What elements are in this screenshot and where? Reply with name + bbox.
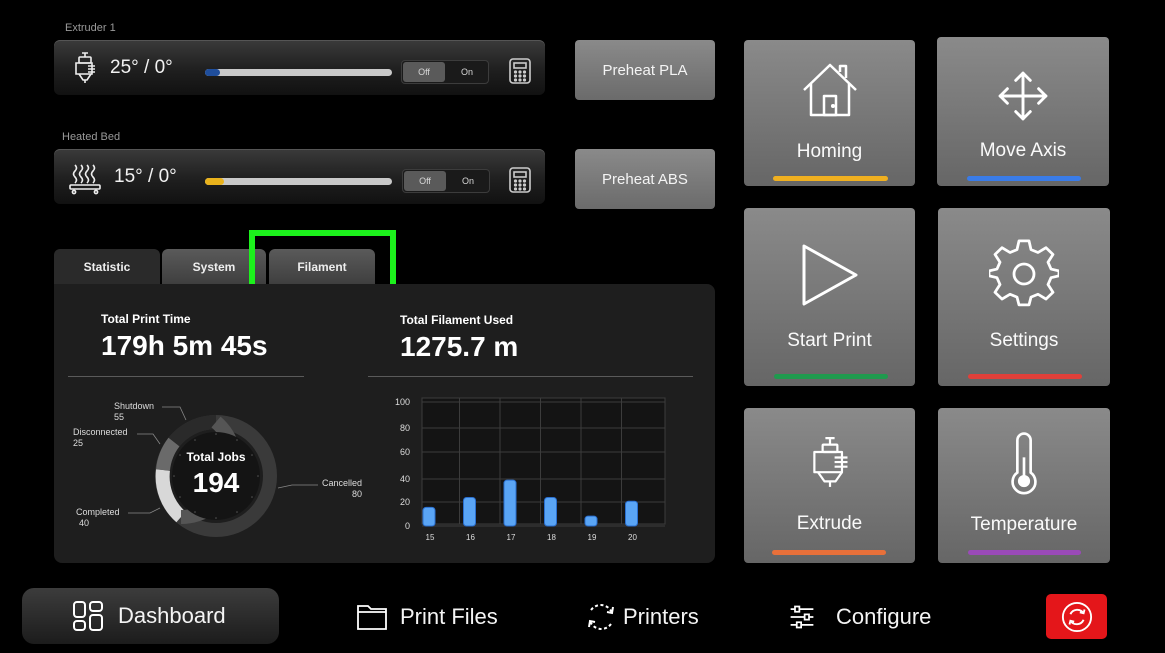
gear-icon bbox=[989, 239, 1059, 307]
preheat-abs-button[interactable]: Preheat ABS bbox=[575, 149, 715, 209]
nav-printers-label: Printers bbox=[623, 604, 699, 629]
chart-bar bbox=[463, 496, 476, 527]
extrude-label: Extrude bbox=[796, 513, 863, 534]
refresh-icon bbox=[588, 604, 614, 630]
bed-power-toggle[interactable]: Off On bbox=[402, 169, 490, 193]
chart-x-tick-label: 20 bbox=[628, 533, 637, 542]
chart-y-tick-label: 60 bbox=[400, 447, 410, 457]
settings-label: Settings bbox=[989, 330, 1059, 351]
donut-label-shutdown-value: 55 bbox=[114, 412, 125, 422]
chart-y-tick-label: 0 bbox=[405, 521, 410, 531]
temperature-accent-bar bbox=[968, 550, 1081, 555]
emergency-stop-icon bbox=[1061, 601, 1092, 632]
extruder-power-toggle[interactable]: Off On bbox=[401, 60, 489, 84]
folder-icon bbox=[357, 605, 387, 630]
chart-x-tick-label: 15 bbox=[426, 533, 435, 542]
donut-label-completed: Completed 40 bbox=[76, 507, 120, 529]
preheat-pla-button[interactable]: Preheat PLA bbox=[575, 40, 715, 100]
nav-configure[interactable]: Configure bbox=[788, 590, 931, 644]
donut-label-disconnected: Disconnected 25 bbox=[73, 427, 128, 449]
start-print-accent-bar bbox=[774, 374, 888, 379]
chart-bar bbox=[584, 515, 598, 527]
homing-label: Homing bbox=[796, 141, 863, 162]
filament-divider bbox=[368, 376, 693, 377]
filament-bar-chart: 0 20 40 60 80 100 15 16 17 18 19 20 bbox=[395, 397, 666, 542]
play-icon bbox=[802, 244, 857, 306]
extruder-calculator-icon[interactable] bbox=[508, 57, 532, 85]
nav-print-files-label: Print Files bbox=[400, 604, 498, 629]
chart-y-tick-label: 20 bbox=[400, 497, 410, 507]
move-axis-accent-bar bbox=[967, 176, 1081, 181]
donut-label-disconnected-value: 25 bbox=[73, 438, 84, 448]
extruder-toggle-on[interactable]: On bbox=[446, 61, 488, 83]
chart-x-tick-label: 18 bbox=[547, 533, 556, 542]
start-print-label: Start Print bbox=[787, 330, 872, 351]
chart-x-tick-label: 16 bbox=[466, 533, 475, 542]
chart-y-tick-label: 80 bbox=[400, 423, 410, 433]
chart-bar bbox=[625, 500, 638, 527]
donut-label-shutdown-name: Shutdown bbox=[114, 401, 155, 411]
chart-bar bbox=[544, 496, 557, 527]
donut-label-disconnected-name: Disconnected bbox=[73, 427, 128, 437]
extruder-icon bbox=[812, 437, 847, 487]
sliders-icon bbox=[790, 605, 814, 629]
chart-y-tick-label: 40 bbox=[400, 474, 410, 484]
chart-x-tick-label: 17 bbox=[507, 533, 516, 542]
nav-printers[interactable]: Printers bbox=[585, 590, 699, 644]
bed-toggle-on[interactable]: On bbox=[447, 170, 489, 192]
settings-tile[interactable]: Settings bbox=[938, 208, 1110, 386]
donut-label-shutdown: Shutdown 55 bbox=[114, 401, 154, 423]
nav-print-files[interactable]: Print Files bbox=[356, 590, 498, 644]
dashboard-icon bbox=[73, 601, 103, 631]
temperature-tile[interactable]: Temperature bbox=[938, 408, 1110, 563]
donut-label-cancelled-name: Cancelled bbox=[322, 478, 363, 488]
extrude-accent-bar bbox=[772, 550, 886, 555]
nav-dashboard-label: Dashboard bbox=[118, 603, 226, 628]
start-print-tile[interactable]: Start Print bbox=[744, 208, 915, 386]
move-arrows-icon bbox=[998, 71, 1048, 121]
chart-x-tick-label: 19 bbox=[588, 533, 597, 542]
temperature-label: Temperature bbox=[970, 514, 1078, 535]
total-filament-value: 1275.7 m bbox=[400, 331, 519, 362]
extrude-tile[interactable]: Extrude bbox=[744, 408, 915, 563]
donut-label-cancelled-value: 80 bbox=[352, 489, 363, 499]
move-axis-label: Move Axis bbox=[979, 140, 1067, 161]
donut-label-completed-name: Completed bbox=[76, 507, 120, 517]
nav-configure-label: Configure bbox=[836, 604, 932, 629]
house-icon bbox=[802, 63, 857, 117]
donut-label-completed-value: 40 bbox=[79, 518, 90, 528]
donut-label-cancelled: Cancelled 80 bbox=[322, 478, 362, 500]
chart-bar bbox=[503, 479, 517, 527]
donut-leader-lines bbox=[128, 406, 318, 514]
total-filament-label: Total Filament Used bbox=[400, 313, 514, 327]
bed-toggle-off[interactable]: Off bbox=[404, 171, 446, 191]
homing-tile[interactable]: Homing bbox=[744, 40, 915, 186]
move-axis-tile[interactable]: Move Axis bbox=[937, 37, 1109, 186]
settings-accent-bar bbox=[968, 374, 1082, 379]
thermometer-icon bbox=[1011, 432, 1037, 495]
emergency-stop-button[interactable] bbox=[1046, 594, 1107, 639]
extruder-toggle-off[interactable]: Off bbox=[403, 62, 445, 82]
bed-calculator-icon[interactable] bbox=[508, 166, 532, 194]
homing-accent-bar bbox=[773, 176, 888, 181]
nav-dashboard[interactable]: Dashboard bbox=[22, 588, 279, 644]
chart-bar bbox=[422, 506, 436, 527]
chart-y-tick-label: 100 bbox=[395, 397, 410, 407]
